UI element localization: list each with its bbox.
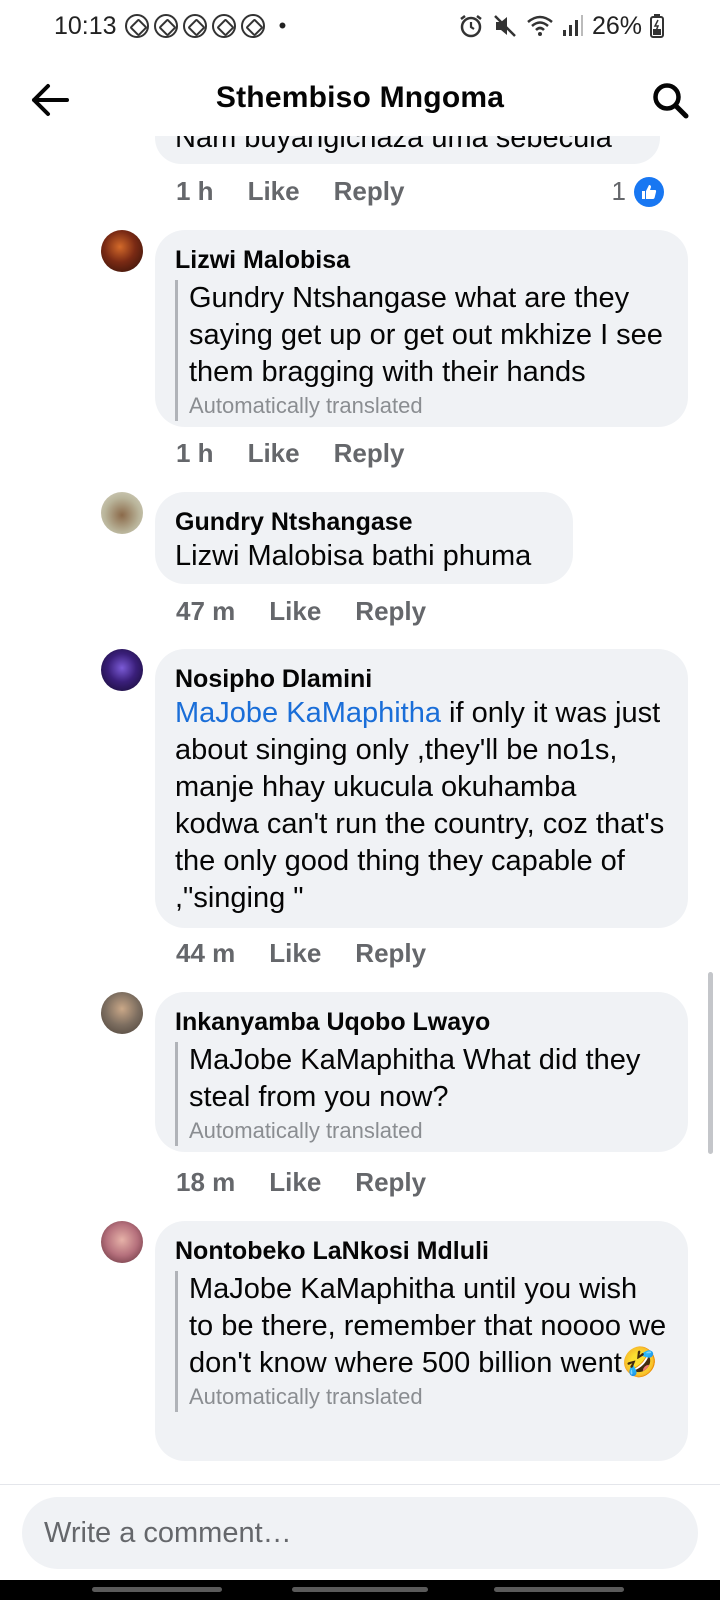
comment-actions: 18 m Like Reply	[176, 1167, 426, 1198]
comment-time: 47 m	[176, 596, 236, 626]
search-button[interactable]	[648, 78, 692, 122]
comment-text: Lizwi Malobisa bathi phuma	[175, 540, 532, 572]
reaction-summary[interactable]: 1	[612, 176, 664, 207]
comment-bubble: Nontobeko LaNkosi Mdluli MaJobe KaMaphit…	[155, 1221, 688, 1461]
comment-text: Gundry Ntshangase what are they saying g…	[189, 282, 663, 388]
avatar[interactable]	[101, 649, 143, 691]
comment-time: 1 h	[176, 176, 214, 206]
search-icon	[653, 83, 689, 119]
comment-text: Nam buyangichaza uma sebecula	[175, 136, 612, 154]
comment-time: 18 m	[176, 1167, 236, 1197]
comment-bubble-partial: Nam buyangichaza uma sebecula	[155, 136, 660, 164]
like-button[interactable]: Like	[248, 176, 300, 207]
comment-bubble: Nosipho Dlamini MaJobe KaMaphitha if onl…	[155, 649, 688, 928]
status-time: 10:13	[54, 11, 117, 40]
reply-button[interactable]: Reply	[334, 438, 405, 469]
home-button[interactable]	[292, 1587, 428, 1592]
reply-button[interactable]: Reply	[355, 1167, 426, 1198]
translated-label[interactable]: Automatically translated	[189, 391, 668, 421]
scrollbar[interactable]	[708, 972, 713, 1154]
comment-bubble: Lizwi Malobisa Gundry Ntshangase what ar…	[155, 230, 688, 427]
comment-text-body: if only it was just about singing only ,…	[175, 697, 665, 914]
comment-text: MaJobe KaMaphitha until you wish to be t…	[189, 1271, 668, 1382]
battery-icon	[650, 14, 664, 38]
comment-text-body: MaJobe KaMaphitha until you wish to be t…	[189, 1273, 667, 1379]
header: Sthembiso Mngoma	[0, 60, 720, 136]
avatar[interactable]	[101, 1221, 143, 1263]
comment-author[interactable]: Lizwi Malobisa	[175, 244, 668, 276]
notification-icon	[124, 14, 149, 38]
comment-text: MaJobe KaMaphitha if only it was just ab…	[175, 695, 668, 917]
recent-apps-button[interactable]	[92, 1587, 222, 1592]
notification-icon	[211, 14, 236, 38]
alarm-icon	[460, 15, 482, 38]
battery-percent: 26%	[591, 11, 642, 40]
mute-icon	[494, 15, 516, 37]
comment-time: 1 h	[176, 438, 214, 468]
avatar[interactable]	[101, 992, 143, 1034]
comment-bubble: Inkanyamba Uqobo Lwayo MaJobe KaMaphitha…	[155, 992, 688, 1152]
like-button[interactable]: Like	[269, 596, 321, 627]
back-nav-button[interactable]	[494, 1587, 624, 1592]
comment-author[interactable]: Nontobeko LaNkosi Mdluli	[175, 1235, 668, 1267]
like-button[interactable]: Like	[269, 938, 321, 969]
back-button[interactable]	[28, 78, 72, 122]
status-right: 26%	[458, 12, 664, 41]
translated-label[interactable]: Automatically translated	[189, 1116, 668, 1146]
system-nav-bar	[0, 1580, 720, 1600]
translated-label[interactable]: Automatically translated	[189, 1382, 668, 1412]
page-title: Sthembiso Mngoma	[215, 81, 505, 114]
comment-composer	[0, 1484, 720, 1580]
like-reaction-icon	[634, 176, 664, 207]
reply-button[interactable]: Reply	[334, 176, 405, 207]
comment-text: MaJobe KaMaphitha What did they steal fr…	[189, 1044, 641, 1113]
comment-bubble: Gundry Ntshangase Lizwi Malobisa bathi p…	[155, 492, 573, 584]
like-button[interactable]: Like	[248, 438, 300, 469]
notification-icons	[124, 14, 265, 38]
wifi-icon	[527, 15, 553, 36]
reply-button[interactable]: Reply	[355, 596, 426, 627]
comment-author[interactable]: Inkanyamba Uqobo Lwayo	[175, 1006, 668, 1038]
comment-author[interactable]: Gundry Ntshangase	[175, 506, 553, 538]
status-bar: 10:13 • 26%	[0, 0, 720, 52]
status-left: 10:13 •	[54, 12, 286, 41]
comment-actions: 1 h Like Reply 1	[176, 176, 664, 207]
comment-actions: 47 m Like Reply	[176, 596, 426, 627]
rolling-laughing-emoji-icon: 🤣	[621, 1347, 658, 1379]
signal-icon	[562, 15, 583, 36]
notification-icon	[182, 14, 207, 38]
reply-button[interactable]: Reply	[355, 938, 426, 969]
comment-actions: 44 m Like Reply	[176, 938, 426, 969]
notification-icon	[153, 14, 178, 38]
comment-actions: 1 h Like Reply	[176, 438, 404, 469]
translated-block: Gundry Ntshangase what are they saying g…	[175, 280, 668, 421]
mention-link[interactable]: MaJobe KaMaphitha	[175, 697, 441, 729]
back-arrow-icon	[32, 84, 69, 116]
translated-block: MaJobe KaMaphitha What did they steal fr…	[175, 1042, 668, 1146]
reaction-count: 1	[611, 176, 626, 206]
like-button[interactable]: Like	[269, 1167, 321, 1198]
comment-input[interactable]	[22, 1497, 698, 1569]
avatar[interactable]	[101, 230, 143, 272]
more-notifications-dot-icon: •	[278, 13, 287, 38]
avatar[interactable]	[101, 492, 143, 534]
comment-author[interactable]: Nosipho Dlamini	[175, 663, 668, 695]
comments-feed[interactable]: Nam buyangichaza uma sebecula 1 h Like R…	[0, 136, 720, 1484]
notification-icon	[240, 14, 265, 38]
translated-block: MaJobe KaMaphitha until you wish to be t…	[175, 1271, 668, 1412]
comment-time: 44 m	[176, 938, 236, 968]
